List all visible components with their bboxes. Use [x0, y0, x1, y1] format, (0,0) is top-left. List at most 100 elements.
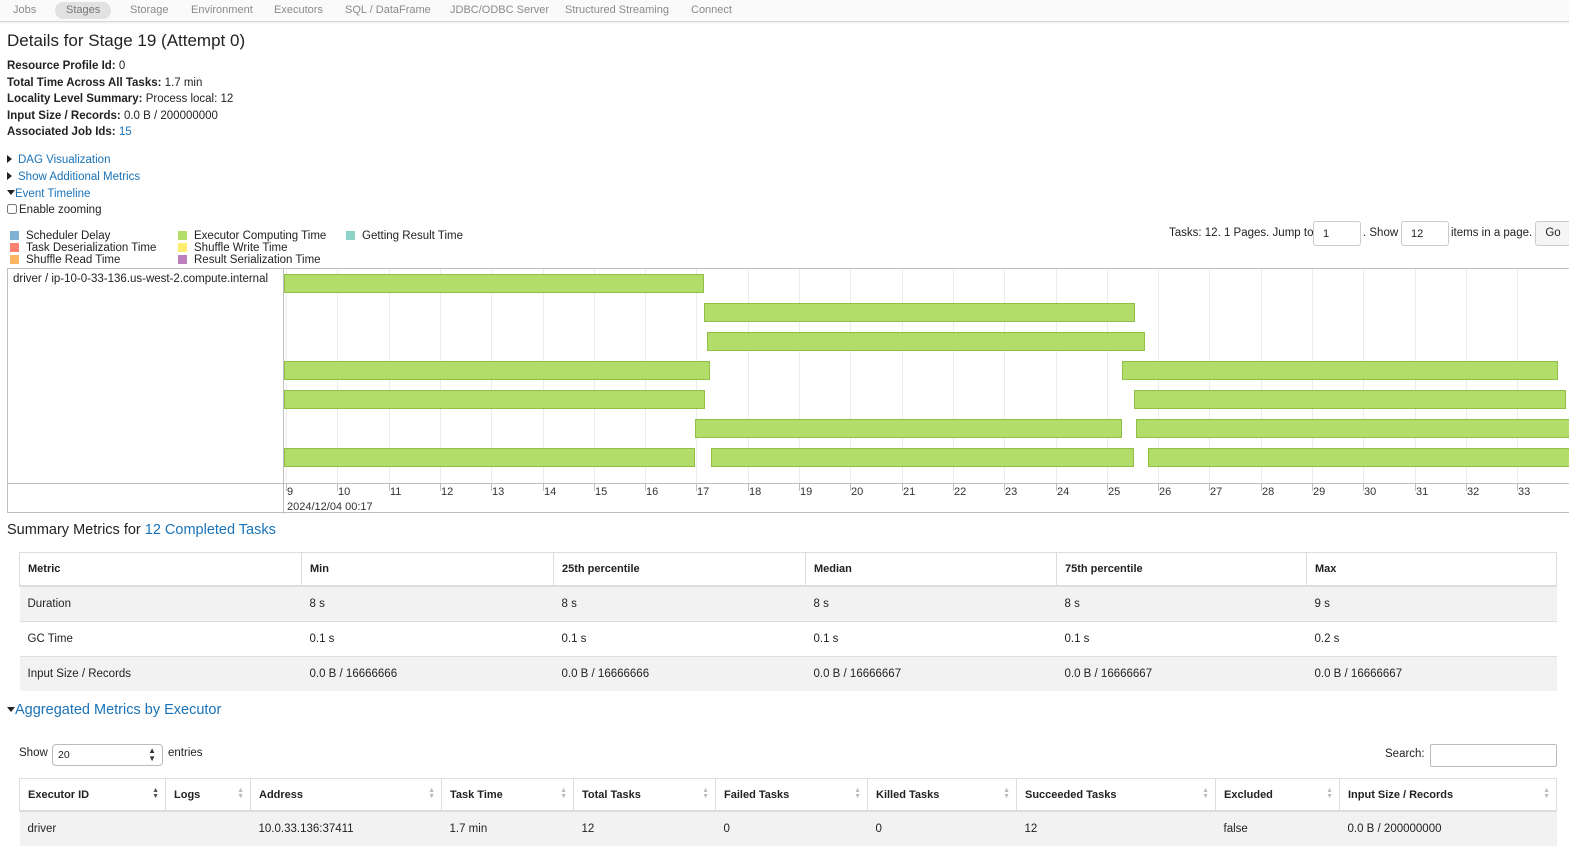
nav-tab-storage[interactable]: Storage	[119, 2, 180, 19]
info-value: Process local: 12	[145, 93, 234, 106]
legend-label: Shuffle Write Time	[194, 242, 288, 254]
col-header-logs[interactable]: Logs ▲ ▼	[165, 778, 251, 812]
nav-tab-environment[interactable]: Environment	[180, 2, 264, 19]
task-bar[interactable]	[710, 448, 1134, 467]
enable-zooming-checkbox[interactable]	[7, 204, 17, 214]
table-cell	[165, 810, 251, 846]
task-bar[interactable]	[1147, 448, 1569, 467]
summary-title-prefix: Summary Metrics for	[7, 522, 145, 538]
col-header-failed-tasks[interactable]: Failed Tasks ▲ ▼	[715, 778, 868, 812]
table-cell: 0.0 B / 16666666	[301, 656, 554, 691]
task-bar[interactable]	[284, 274, 705, 293]
sort-asc-icon: ▲ ▼	[152, 787, 159, 800]
legend-task-deserialization: Task Deserialization Time	[10, 242, 156, 254]
col-header-input-size[interactable]: Input Size / Records ▲ ▼	[1339, 778, 1557, 812]
page-size-input[interactable]: 12	[1401, 221, 1449, 246]
task-bar[interactable]	[704, 303, 1135, 322]
dag-visualization-toggle[interactable]: DAG Visualization	[7, 154, 110, 166]
timeline-tick-label: 17	[697, 486, 710, 498]
task-bar[interactable]	[284, 390, 706, 409]
dag-visualization-label: DAG Visualization	[18, 154, 111, 166]
timeline-tick-label: 27	[1210, 486, 1223, 498]
timeline-tick-label: 23	[1005, 486, 1018, 498]
sort-icon: ▲ ▼	[1003, 787, 1010, 800]
col-header-p25[interactable]: 25th percentile	[553, 552, 806, 587]
legend-result-serialization: Result Serialization Time	[178, 254, 321, 266]
col-header-metric[interactable]: Metric	[19, 552, 302, 587]
info-job-ids: Associated Job Ids: 15	[7, 124, 233, 141]
info-value: 0	[118, 60, 126, 72]
nav-tab-sql[interactable]: SQL / DataFrame	[334, 2, 442, 19]
table-cell: 8 s	[553, 585, 806, 622]
completed-tasks-link[interactable]: 12 Completed Tasks	[145, 522, 276, 538]
legend-shuffle-write: Shuffle Write Time	[178, 242, 288, 254]
show-label: Show	[19, 747, 48, 759]
table-cell: 0.0 B / 16666667	[805, 656, 1057, 691]
col-header-killed-tasks[interactable]: Killed Tasks ▲ ▼	[867, 778, 1017, 812]
header-label: Failed Tasks	[724, 788, 790, 801]
task-bar[interactable]	[1133, 390, 1566, 409]
col-header-succeeded-tasks[interactable]: Succeeded Tasks ▲ ▼	[1016, 778, 1216, 812]
col-header-excluded[interactable]: Excluded ▲ ▼	[1215, 778, 1340, 812]
table-cell: 8 s	[301, 585, 554, 622]
task-bar[interactable]	[1135, 419, 1569, 438]
task-bar[interactable]	[695, 419, 1123, 438]
entries-per-page-select[interactable]: 20 ▲ ▼	[52, 744, 163, 766]
table-cell: 9 s	[1306, 585, 1557, 622]
executor-metrics-table: Executor ID ▲ ▼ Logs ▲ ▼ Address ▲ ▼ Task Time…	[19, 778, 1557, 846]
col-header-address[interactable]: Address ▲ ▼	[250, 778, 442, 812]
table-cell: 0.1 s	[301, 621, 554, 657]
col-header-executor-id[interactable]: Executor ID ▲ ▼	[19, 778, 166, 812]
task-bar[interactable]	[706, 332, 1146, 351]
select-updown-icon: ▲ ▼	[148, 746, 156, 763]
additional-metrics-toggle[interactable]: Show Additional Metrics	[7, 171, 140, 183]
table-cell: 0.1 s	[805, 621, 1057, 657]
zoom-option: Enable zooming	[7, 204, 101, 216]
additional-metrics-label: Show Additional Metrics	[18, 171, 141, 183]
col-header-total-tasks[interactable]: Total Tasks ▲ ▼	[573, 778, 716, 812]
timeline-tick-label: 11	[390, 486, 402, 498]
legend-label: Getting Result Time	[362, 230, 463, 242]
timeline-date-label: 2024/12/04 00:17	[287, 501, 373, 513]
table-cell: 8 s	[1056, 585, 1307, 622]
entries-label: entries	[168, 747, 203, 759]
legend-swatch	[178, 231, 187, 240]
col-header-min[interactable]: Min	[301, 552, 554, 587]
expand-arrow-icon	[7, 172, 12, 180]
legend-swatch	[10, 255, 19, 264]
nav-tab-jobs[interactable]: Jobs	[2, 2, 47, 19]
pager-items-text: items in a page.	[1451, 227, 1533, 239]
task-bar[interactable]	[1122, 361, 1559, 380]
header-label: Killed Tasks	[876, 788, 940, 801]
event-timeline-toggle[interactable]: Event Timeline	[7, 188, 90, 200]
nav-tab-streaming[interactable]: Structured Streaming	[554, 2, 680, 19]
search-input[interactable]	[1430, 744, 1557, 767]
aggregated-metrics-toggle[interactable]: Aggregated Metrics by Executor	[7, 702, 221, 718]
nav-tab-connect[interactable]: Connect	[680, 2, 743, 19]
timeline-tick-label: 28	[1262, 486, 1275, 498]
go-button[interactable]: Go	[1535, 221, 1569, 246]
nav-tab-stages[interactable]: Stages	[55, 2, 112, 19]
legend-swatch	[10, 231, 19, 240]
col-header-task-time[interactable]: Task Time ▲ ▼	[441, 778, 574, 812]
table-cell: 0.1 s	[1056, 621, 1307, 657]
table-cell: 8 s	[805, 585, 1057, 622]
nav-tab-executors[interactable]: Executors	[263, 2, 334, 19]
timeline-tick-label: 16	[646, 486, 659, 498]
task-bar[interactable]	[284, 448, 695, 467]
legend-swatch	[346, 231, 355, 240]
job-id-link[interactable]: 15	[119, 126, 132, 138]
event-timeline[interactable]: driver / ip-10-0-33-136.us-west-2.comput…	[7, 268, 1569, 514]
col-header-max[interactable]: Max	[1306, 552, 1557, 587]
table-cell: Input Size / Records	[19, 656, 302, 691]
legend-label: Executor Computing Time	[194, 230, 327, 242]
timeline-tick-label: 13	[492, 486, 505, 498]
col-header-p75[interactable]: 75th percentile	[1056, 552, 1307, 587]
nav-tab-jdbc[interactable]: JDBC/ODBC Server	[439, 2, 560, 19]
task-bar[interactable]	[284, 361, 711, 380]
table-cell: 0	[715, 810, 868, 846]
table-cell: 0	[867, 810, 1017, 846]
table-cell: false	[1215, 810, 1340, 846]
jump-to-page-input[interactable]: 1	[1313, 221, 1361, 246]
col-header-median[interactable]: Median	[805, 552, 1057, 587]
